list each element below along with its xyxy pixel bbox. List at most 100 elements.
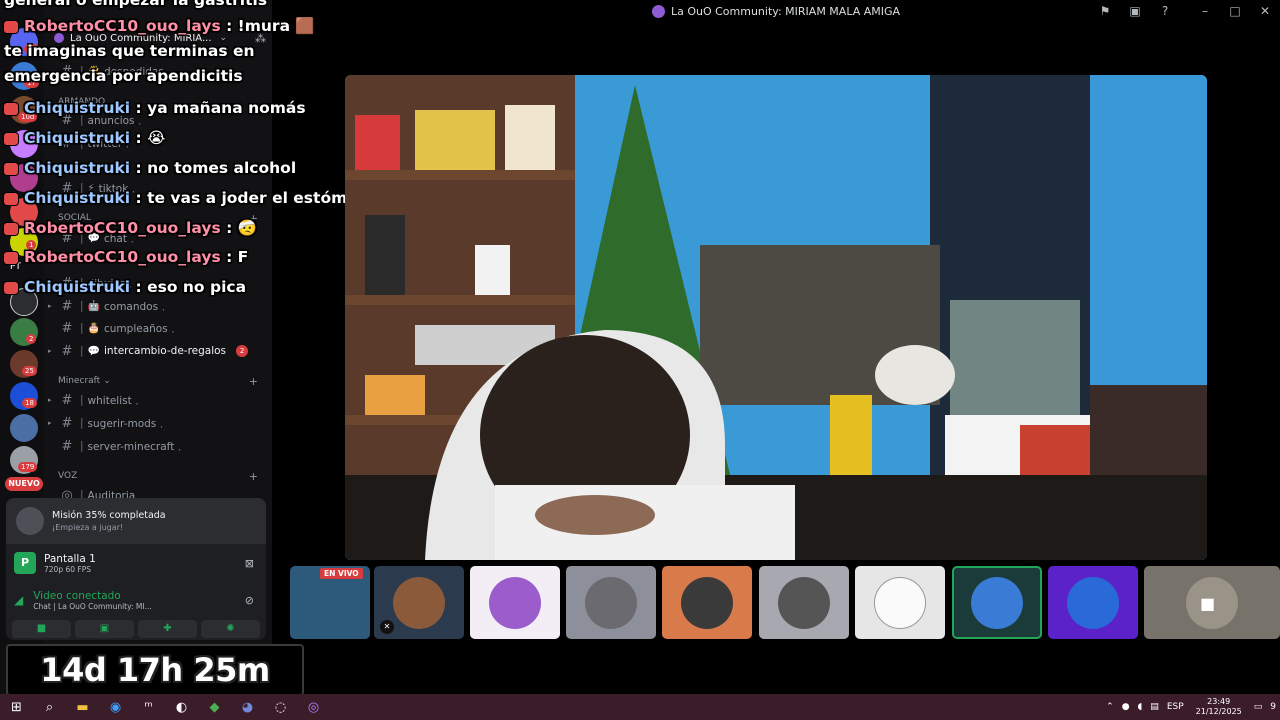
server-icon: [651, 4, 665, 18]
screen-share-button[interactable]: ▣: [75, 620, 134, 638]
platform-icon: [4, 20, 18, 33]
window-title: La OuO Community: MIRIAM MALA AMIGA: [670, 4, 901, 18]
obs-icon[interactable]: ◐: [165, 700, 198, 715]
channel-name: sugerir-mods﹒: [87, 417, 167, 430]
participant-avatar: [778, 576, 830, 629]
title-bar: La OuO Community: MIRIAM MALA AMIGA ⚑ ▣ …: [272, 0, 1280, 22]
stream-title: Pantalla 1: [44, 552, 96, 565]
message-user: Chiquistruki: [24, 159, 131, 177]
message-text: eso no pica: [147, 278, 247, 296]
chevron-down-icon: ⌄: [103, 376, 111, 386]
participant-avatar: [874, 576, 926, 629]
message-text: F: [237, 248, 249, 266]
camera-button[interactable]: ■: [12, 620, 71, 638]
category-header[interactable]: VOZ +: [58, 468, 258, 484]
participant-tile[interactable]: ■: [1144, 566, 1280, 639]
message-user: RobertoCC10_ouo_lays: [24, 248, 221, 266]
volume-icon[interactable]: ◖: [1138, 702, 1143, 712]
notification-icon[interactable]: ▭: [1254, 702, 1263, 712]
windows-taskbar: ⊞ ⌕ ▬ ◉ ᵐ ◐ ◆ ◕ ◌ ◎ ⌃ ● ◖ ▤ ESP 23:49 21…: [0, 694, 1280, 720]
platform-icon: [4, 281, 18, 294]
platform-icon: [4, 222, 18, 235]
stream-timer: 14d 17h 25m 02s: [6, 644, 304, 720]
voice-status: ◢ Video conectado Chat | La OuO Communit…: [6, 584, 266, 616]
chat-message: general o empezar la gastritis: [4, 0, 267, 13]
soundboard-button[interactable]: ✺: [201, 620, 260, 638]
app-icon[interactable]: ᵐ: [132, 700, 165, 715]
camera-icon: ■: [1200, 594, 1216, 613]
message-text: general o empezar la gastritis: [4, 0, 268, 9]
close-button[interactable]: ✕: [1250, 4, 1280, 18]
participant-tile-speaking[interactable]: [952, 566, 1042, 639]
app-icon[interactable]: ◎: [297, 700, 330, 715]
chat-message: Chiquistruki : no tomes alcohol: [4, 156, 296, 181]
chevron-up-icon[interactable]: ⌃: [1106, 702, 1114, 712]
search-icon[interactable]: ⌕: [33, 700, 66, 715]
server-icon[interactable]: [10, 414, 38, 442]
stream-icon: P: [14, 552, 36, 574]
channel-item[interactable]: ▸ # | sugerir-mods﹒: [48, 413, 258, 433]
stream-preview-tile[interactable]: EN VIVO: [290, 566, 370, 639]
webcam-video[interactable]: [345, 75, 1207, 560]
language-indicator[interactable]: ESP: [1167, 702, 1184, 712]
platform-icon: [4, 251, 18, 264]
participant-tile[interactable]: [855, 566, 945, 639]
participant-avatar: [585, 576, 637, 629]
channel-item[interactable]: # | server-minecraft﹒: [48, 436, 258, 456]
channel-item[interactable]: # | 🎂 cumpleaños﹒: [48, 318, 258, 338]
channel-item[interactable]: ▸ # | whitelist﹒: [48, 390, 258, 410]
channel-emoji: 🎂: [87, 322, 100, 334]
stream-card[interactable]: P Pantalla 1 720p 60 FPS ⊠: [6, 546, 266, 580]
add-channel-icon[interactable]: +: [249, 375, 258, 388]
minecraft-icon[interactable]: ◆: [198, 700, 231, 715]
edge-icon[interactable]: ◉: [99, 700, 132, 715]
unread-badge: 2: [236, 345, 249, 357]
platform-icon: [4, 162, 18, 175]
voice-buttons: ■ ▣ ✚ ✺: [12, 620, 260, 638]
network-icon[interactable]: ▤: [1150, 702, 1159, 712]
activities-button[interactable]: ✚: [138, 620, 197, 638]
start-icon[interactable]: ⊞: [0, 700, 33, 715]
chat-message: RobertoCC10_ouo_lays : !mura 🟫 te imagin…: [4, 17, 315, 85]
participant-tile[interactable]: [662, 566, 752, 639]
message-user: Chiquistruki: [24, 129, 131, 147]
channel-emoji: 💬: [87, 345, 100, 357]
mission-title: Misión 35% completada: [52, 510, 166, 521]
app-icon[interactable]: ◌: [264, 700, 297, 715]
clock[interactable]: 23:49 21/12/2025: [1196, 697, 1242, 717]
message-user: Chiquistruki: [24, 99, 131, 117]
help-icon[interactable]: ?: [1150, 4, 1180, 18]
mission-card[interactable]: Misión 35% completada ¡Empieza a jugar!: [6, 498, 266, 544]
microphone-icon[interactable]: ●: [1122, 702, 1130, 712]
participant-tile[interactable]: [759, 566, 849, 639]
platform-icon: [4, 102, 18, 115]
inbox-icon[interactable]: ⚑: [1090, 4, 1120, 18]
channel-item[interactable]: ▸ # | 💬 intercambio-de-regalos 2: [48, 341, 258, 361]
disconnect-icon[interactable]: ⊘: [245, 594, 254, 607]
add-channel-icon[interactable]: +: [249, 470, 258, 483]
chat-message: Chiquistruki : ya mañana nomás: [4, 96, 306, 121]
category-header[interactable]: Minecraft ⌄ +: [58, 373, 258, 389]
channel-name: cumpleaños﹒: [104, 322, 179, 335]
minimize-button[interactable]: –: [1190, 4, 1220, 18]
stream-quality: 720p 60 FPS: [44, 564, 91, 574]
message-text: no tomes alcohol: [147, 159, 297, 177]
participant-tile[interactable]: ✕: [374, 566, 464, 639]
category-name: VOZ: [58, 471, 78, 481]
channel-emoji: 🤖: [87, 300, 100, 312]
live-badge: EN VIVO: [320, 568, 363, 579]
discord-icon[interactable]: ◕: [231, 700, 264, 715]
participant-avatar: [681, 576, 733, 629]
message-text: 😭: [147, 129, 166, 147]
maximize-button[interactable]: □: [1220, 4, 1250, 18]
message-user: RobertoCC10_ouo_lays: [24, 219, 221, 237]
participant-tile[interactable]: [566, 566, 656, 639]
message-user: Chiquistruki: [24, 278, 131, 296]
file-explorer-icon[interactable]: ▬: [66, 700, 99, 715]
signal-icon[interactable]: ◢: [14, 593, 23, 607]
screen-icon[interactable]: ▣: [1120, 4, 1150, 18]
participant-tile[interactable]: [470, 566, 560, 639]
participant-tile[interactable]: [1048, 566, 1138, 639]
message-user: RobertoCC10_ouo_lays: [24, 17, 221, 35]
stop-stream-icon[interactable]: ⊠: [245, 557, 254, 570]
